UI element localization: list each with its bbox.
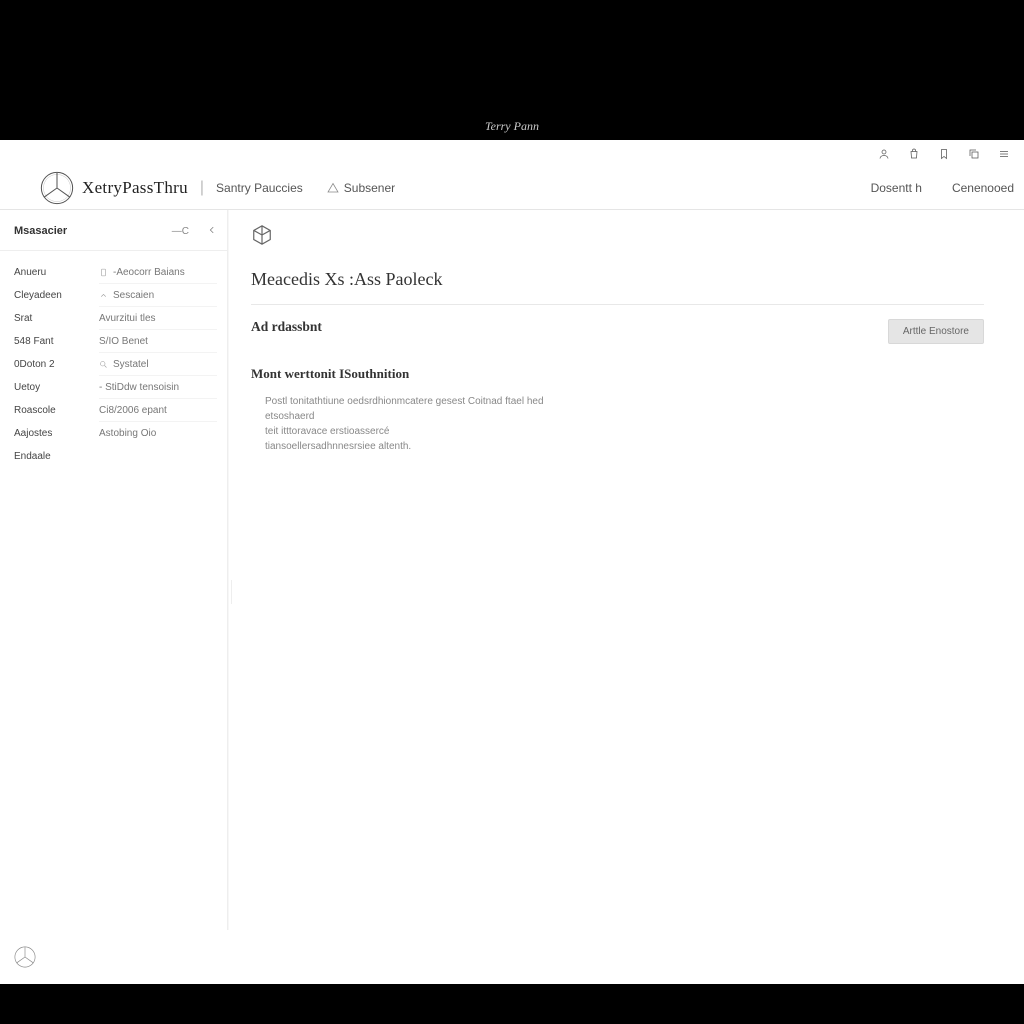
brand-separator: | <box>200 179 204 197</box>
sidebar-val-2[interactable]: Avurzitui tles <box>99 307 217 330</box>
menu-icon[interactable] <box>998 147 1010 159</box>
sidebar-header: Msasacier —C <box>0 222 227 251</box>
device-icon <box>99 268 108 277</box>
utility-bar <box>0 140 1024 166</box>
sidebar-val-6[interactable]: Ci8/2006 epant <box>99 399 217 422</box>
sidebar-toggle-label: —C <box>172 226 189 237</box>
nav-purchases[interactable]: Santry Pauccies <box>216 181 303 195</box>
nav-account[interactable]: Dosentt h <box>871 181 922 195</box>
window-title: Terry Pann <box>485 119 539 134</box>
sidebar-header-title: Msasacier <box>14 225 67 237</box>
sidebar-item-1[interactable]: Cleyadeen <box>14 284 95 307</box>
brand-name: XetryPassThru <box>82 178 188 198</box>
sidebar-item-0[interactable]: Anueru <box>14 261 95 284</box>
divider-stub <box>231 580 232 604</box>
bag-icon[interactable] <box>908 147 920 159</box>
section-b-heading: Mont werttonit ISouthnition <box>251 366 984 382</box>
sidebar-item-2[interactable]: Srat <box>14 307 95 330</box>
sidebar: Msasacier —C Anueru Cleyadeen Srat 548 F… <box>0 210 228 930</box>
warning-icon <box>327 182 339 194</box>
sidebar-item-5[interactable]: Uetoy <box>14 376 95 399</box>
user-icon[interactable] <box>878 147 890 159</box>
sidebar-item-4[interactable]: 0Doton 2 <box>14 353 95 376</box>
sidebar-item-3[interactable]: 548 Fant <box>14 330 95 353</box>
sidebar-val-1[interactable]: Sescaien <box>99 284 217 307</box>
sidebar-left-col: Anueru Cleyadeen Srat 548 Fant 0Doton 2 … <box>0 261 95 468</box>
section-a-heading: Ad rdassbnt <box>251 319 322 335</box>
sidebar-right-col: -Aeocorr Baians Sescaien Avurzitui tles … <box>95 261 227 468</box>
window-titlebar: Terry Pann <box>0 0 1024 140</box>
sidebar-val-5[interactable]: - StiDdw tensoisin <box>99 376 217 399</box>
brand-nav-row: XetryPassThru | Santry Pauccies Subsener… <box>0 166 1024 210</box>
search-icon <box>99 360 108 369</box>
bottom-bar <box>0 984 1024 1024</box>
sidebar-item-7[interactable]: Aajostes <box>14 422 95 445</box>
chevron-up-icon <box>99 291 108 300</box>
mercedes-logo-footer-icon <box>14 946 36 968</box>
nav-purchases-label: Santry Pauccies <box>216 181 303 195</box>
sidebar-item-8[interactable]: Endaale <box>14 445 95 468</box>
page-title: Meacedis Xs :Ass Paoleck <box>251 269 984 305</box>
sidebar-val-4[interactable]: Systatel <box>99 353 217 376</box>
main-content: Meacedis Xs :Ass Paoleck Ad rdassbnt Art… <box>228 210 1024 930</box>
nav-subscriber[interactable]: Subsener <box>327 181 395 195</box>
description-text: Postl tonitathtiune oedsrdhionmcatere ge… <box>251 394 571 454</box>
copy-icon[interactable] <box>968 147 980 159</box>
footer <box>0 930 1024 984</box>
nav-connected[interactable]: Cenenooed <box>952 181 1014 195</box>
chevron-left-icon[interactable] <box>207 222 217 240</box>
sidebar-val-7[interactable]: Astobing Oio <box>99 422 217 445</box>
sidebar-val-3[interactable]: S/IO Benet <box>99 330 217 353</box>
bookmark-icon[interactable] <box>938 147 950 159</box>
package-icon <box>251 224 984 251</box>
nav-subscriber-label: Subsener <box>344 181 395 195</box>
sidebar-val-0[interactable]: -Aeocorr Baians <box>99 261 217 284</box>
mercedes-logo-icon <box>40 171 74 205</box>
article-button[interactable]: Arttle Enostore <box>888 319 984 344</box>
sidebar-item-6[interactable]: Roascole <box>14 399 95 422</box>
